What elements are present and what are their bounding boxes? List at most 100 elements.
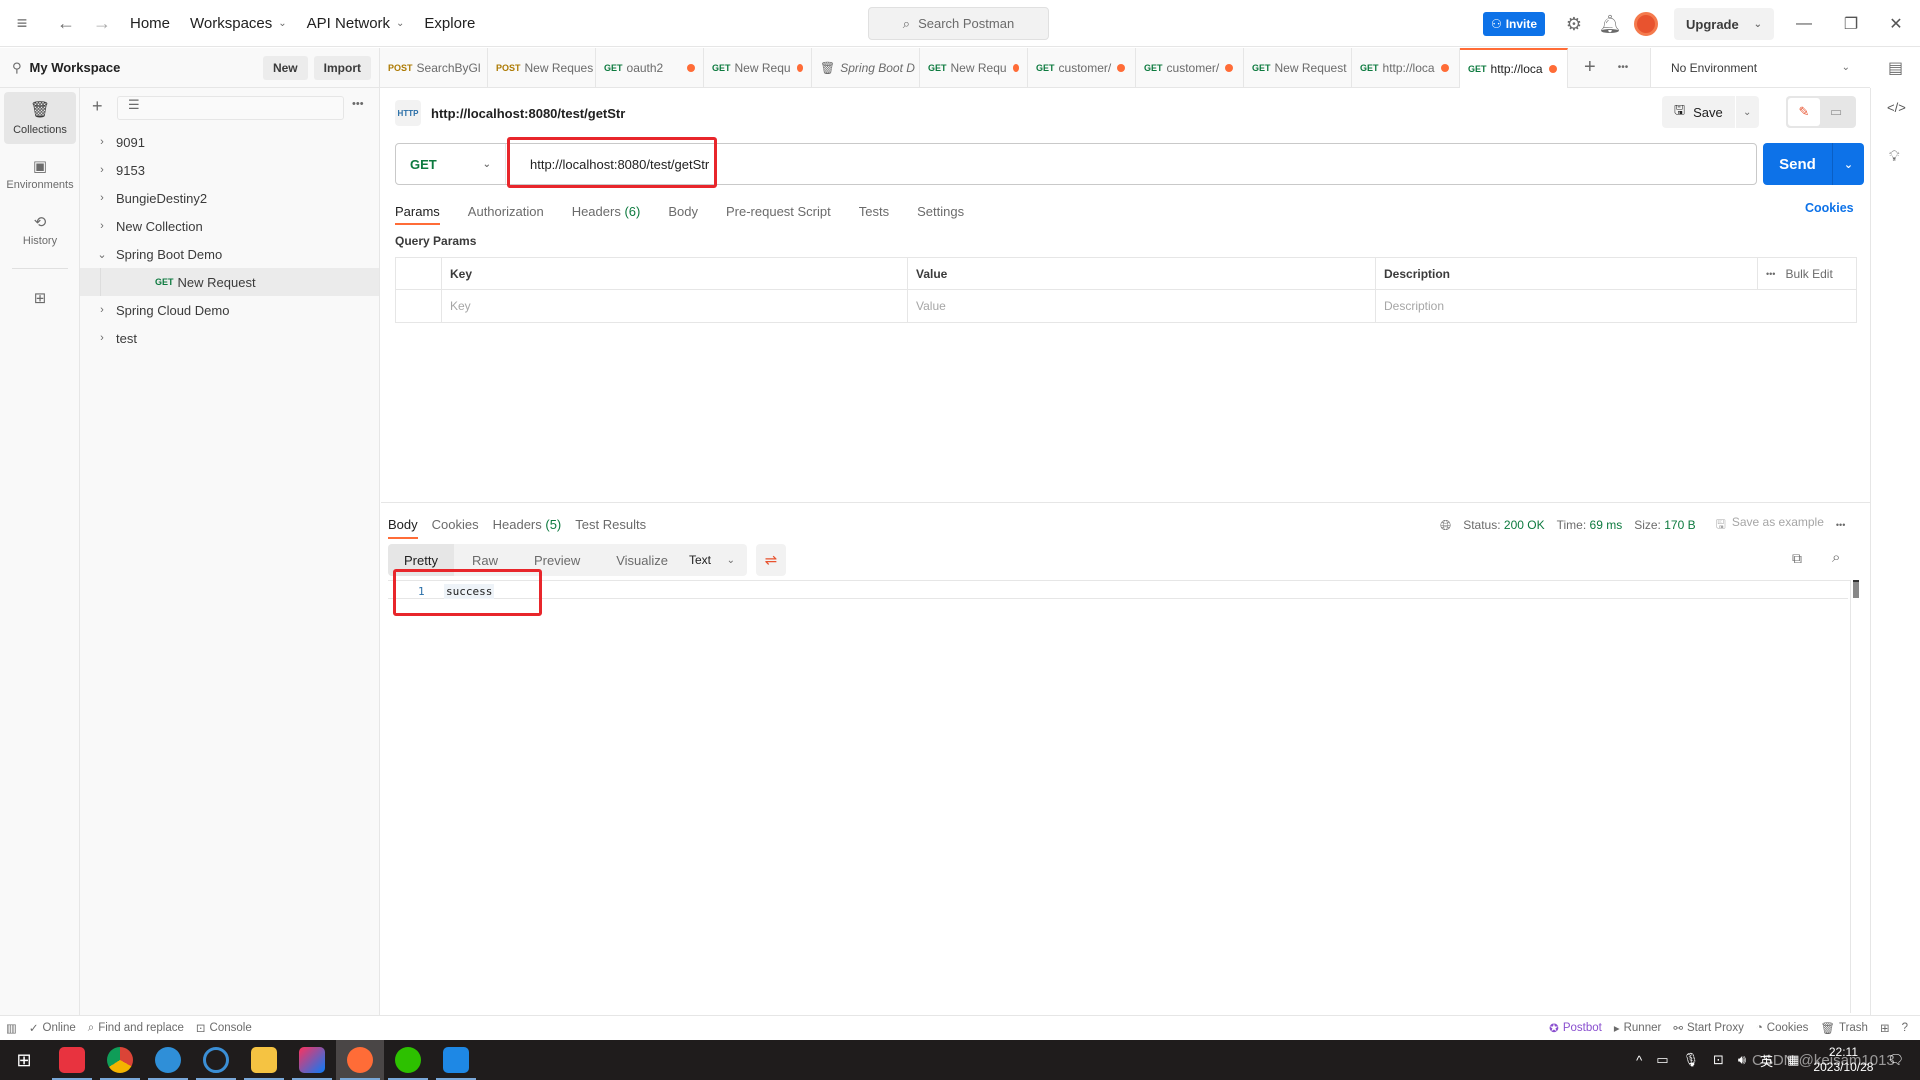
save-as-example-button[interactable]: 🖫 Save as example <box>1716 515 1824 536</box>
footer-cookies-button[interactable]: ◔ Cookies <box>1756 1022 1809 1034</box>
add-collection-icon[interactable]: + <box>92 96 103 117</box>
value-input[interactable]: Value <box>908 290 1376 322</box>
back-arrow-icon[interactable]: ← <box>48 5 84 41</box>
tab-options-icon[interactable]: ••• <box>1618 62 1629 73</box>
taskbar-feedback[interactable] <box>432 1040 480 1080</box>
postbot-button[interactable]: ✪ Postbot <box>1549 1021 1602 1035</box>
code-icon[interactable]: </> <box>1887 100 1906 115</box>
response-tab-body[interactable]: Body <box>388 517 418 539</box>
tab-authorization[interactable]: Authorization <box>468 204 544 219</box>
request-tab[interactable]: GET customer/ <box>1136 47 1244 88</box>
volume-icon[interactable]: 🔊︎ <box>1738 1052 1746 1068</box>
rail-configure-workspace[interactable]: ⊞ <box>4 272 76 324</box>
workspace-title[interactable]: My Workspace <box>30 60 121 75</box>
environment-selector[interactable]: No Environment ⌄ <box>1650 48 1870 88</box>
request-tab[interactable]: GET New Requ <box>920 47 1028 88</box>
wrap-lines-button[interactable]: ⇌ <box>756 544 786 576</box>
new-button[interactable]: New <box>262 55 308 80</box>
forward-arrow-icon[interactable]: → <box>84 5 120 41</box>
taskbar-postman[interactable] <box>336 1040 384 1080</box>
status-readout[interactable]: Status: 200 OK <box>1463 518 1544 532</box>
row-checkbox[interactable] <box>396 290 442 322</box>
response-body-editor[interactable]: 1 success <box>388 580 1850 1013</box>
request-title[interactable]: http://localhost:8080/test/getStr <box>431 106 625 121</box>
request-item[interactable]: GET New Request <box>80 268 379 296</box>
taskbar-navicat[interactable] <box>192 1040 240 1080</box>
nav-api-network[interactable]: API Network ⌄ <box>307 15 405 32</box>
request-tab[interactable]: 🗑︎ Spring Boot D <box>812 47 920 88</box>
rail-environments[interactable]: ▣ Environments <box>4 148 76 200</box>
new-tab-plus-icon[interactable]: + <box>1584 56 1596 79</box>
lightbulb-icon[interactable]: 💡︎ <box>1889 148 1900 165</box>
nav-explore[interactable]: Explore <box>424 15 475 32</box>
user-avatar[interactable] <box>1634 12 1658 36</box>
response-divider[interactable] <box>381 502 1870 503</box>
rail-history[interactable]: ⟲ History <box>4 204 76 256</box>
taskbar-settings-tool[interactable] <box>144 1040 192 1080</box>
tab-settings[interactable]: Settings <box>917 204 964 219</box>
size-readout[interactable]: Size: 170 B <box>1634 518 1695 532</box>
collection-item[interactable]: › BungieDestiny2 <box>80 184 379 212</box>
request-tab[interactable]: GET oauth2 <box>596 47 704 88</box>
import-button[interactable]: Import <box>313 55 371 80</box>
two-pane-icon[interactable]: ⊞ <box>1880 1021 1890 1035</box>
request-tab[interactable]: GET http://loca <box>1352 47 1460 88</box>
bulk-edit-button[interactable]: Bulk Edit <box>1785 267 1832 281</box>
collection-item[interactable]: › New Collection <box>80 212 379 240</box>
request-tab[interactable]: POST SearchByGl <box>380 47 488 88</box>
tab-pre-request-script[interactable]: Pre-request Script <box>726 204 831 219</box>
taskbar-wechat[interactable] <box>384 1040 432 1080</box>
globe-icon[interactable]: 🌐︎ <box>1440 517 1451 534</box>
editor-scroll-thumb[interactable] <box>1853 580 1859 598</box>
search-postman-input[interactable]: ⌕ Search Postman <box>868 7 1049 40</box>
tab-body[interactable]: Body <box>668 204 698 219</box>
request-tab-active[interactable]: GET http://loca <box>1460 47 1568 88</box>
collection-item[interactable]: ⌄ Spring Boot Demo <box>80 240 379 268</box>
collection-item[interactable]: › Spring Cloud Demo <box>80 296 379 324</box>
view-visualize[interactable]: Visualize <box>598 544 686 576</box>
description-input[interactable]: Description <box>1376 290 1856 322</box>
more-options-icon[interactable]: ••• <box>352 98 364 110</box>
request-tab[interactable]: POST New Reques <box>488 47 596 88</box>
edit-pencil-icon[interactable]: ✎ <box>1788 98 1820 126</box>
help-icon[interactable]: ? <box>1902 1022 1908 1034</box>
rail-collections[interactable]: 🗑︎ Collections <box>4 92 76 144</box>
taskbar-netease-music[interactable] <box>48 1040 96 1080</box>
start-proxy-button[interactable]: ⚯ Start Proxy <box>1673 1021 1744 1035</box>
send-options-chevron-icon[interactable]: ⌄ <box>1832 143 1864 185</box>
toggle-sidebar-icon[interactable]: ▥ <box>6 1021 17 1035</box>
comments-icon[interactable]: ▭ <box>1820 98 1852 126</box>
invite-button[interactable]: ⚇ Invite <box>1483 12 1545 36</box>
nav-workspaces[interactable]: Workspaces ⌄ <box>190 15 287 32</box>
collection-item[interactable]: › 9153 <box>80 156 379 184</box>
nav-home[interactable]: Home <box>130 15 170 32</box>
request-tab[interactable]: GET customer/ <box>1028 47 1136 88</box>
response-tab-cookies[interactable]: Cookies <box>432 517 479 532</box>
tab-headers[interactable]: Headers (6) <box>572 204 641 219</box>
search-icon[interactable]: ⌕ <box>1832 549 1840 566</box>
time-readout[interactable]: Time: 69 ms <box>1557 518 1623 532</box>
taskbar-chrome[interactable] <box>96 1040 144 1080</box>
editor-scrollbar[interactable] <box>1850 580 1851 1013</box>
trash-button[interactable]: 🗑︎ Trash <box>1820 1021 1868 1035</box>
console-button[interactable]: ⊡ Console <box>196 1021 252 1035</box>
method-select[interactable]: GET ⌄ <box>396 144 506 184</box>
settings-gear-icon[interactable]: ⚙ <box>1556 6 1592 42</box>
battery-icon[interactable]: ▭ <box>1656 1052 1668 1068</box>
restore-icon[interactable]: ❐ <box>1835 8 1867 40</box>
save-button[interactable]: 🖫 Save <box>1662 96 1735 128</box>
tab-params[interactable]: Params <box>395 204 440 225</box>
request-tab[interactable]: GET New Request <box>1244 47 1352 88</box>
menu-icon[interactable]: ≡ <box>4 5 40 41</box>
request-tab[interactable]: GET New Requ <box>704 47 812 88</box>
response-format-select[interactable]: Text ⌄ <box>677 544 747 576</box>
runner-button[interactable]: ▸ Runner <box>1614 1021 1662 1035</box>
find-replace-button[interactable]: ⌕ Find and replace <box>88 1022 184 1035</box>
more-icon[interactable]: ••• <box>1766 269 1775 279</box>
response-tab-headers[interactable]: Headers (5) <box>493 517 562 532</box>
close-icon[interactable]: ✕ <box>1880 8 1912 40</box>
filter-input[interactable]: ☰ <box>117 96 344 120</box>
response-tab-test-results[interactable]: Test Results <box>575 517 646 532</box>
upgrade-button[interactable]: Upgrade ⌄ <box>1674 8 1774 40</box>
save-options-button[interactable]: ⌄ <box>1734 96 1759 128</box>
